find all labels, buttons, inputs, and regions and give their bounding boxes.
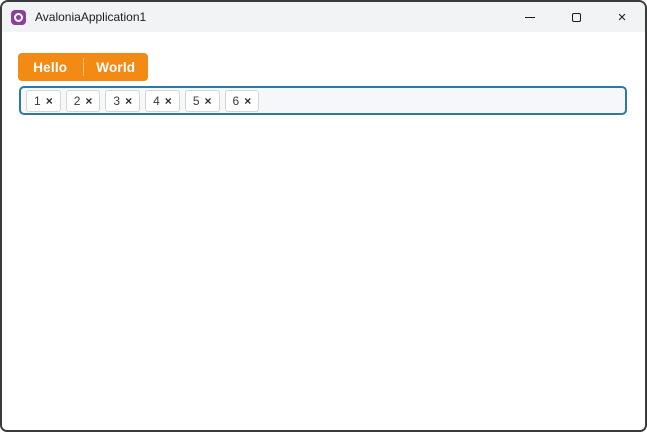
close-icon: × — [45, 93, 53, 108]
chip-1[interactable]: 1 × — [26, 89, 61, 112]
maximize-button[interactable] — [553, 2, 599, 32]
chip-remove-button[interactable]: × — [205, 95, 212, 107]
chip-6[interactable]: 6 × — [224, 89, 260, 112]
close-icon: × — [617, 8, 627, 26]
caption-buttons: × — [507, 2, 645, 32]
minimize-button[interactable] — [507, 2, 553, 32]
close-button[interactable]: × — [599, 2, 645, 32]
tab-strip: Hello World — [18, 53, 148, 81]
chip-5[interactable]: 5 × — [184, 89, 220, 112]
chip-3[interactable]: 3 × — [105, 89, 141, 112]
chip-label: 4 — [153, 93, 160, 108]
chips-input[interactable]: 1 × 2 × 3 × 4 × 5 × 6 × — [19, 86, 627, 115]
chip-remove-button[interactable]: × — [85, 95, 92, 107]
close-icon: × — [244, 93, 252, 108]
window-title: AvaloniaApplication1 — [35, 10, 147, 24]
chip-label: 2 — [73, 93, 81, 108]
chip-4[interactable]: 4 × — [145, 89, 180, 112]
tab-world[interactable]: World — [84, 53, 149, 81]
chip-remove-button[interactable]: × — [125, 95, 132, 107]
close-icon: × — [85, 93, 93, 108]
chip-remove-button[interactable]: × — [165, 95, 172, 107]
chip-label: 6 — [232, 93, 240, 108]
close-icon: × — [125, 93, 133, 108]
maximize-icon — [571, 12, 581, 22]
chip-2[interactable]: 2 × — [65, 89, 101, 112]
chip-label: 1 — [34, 93, 41, 108]
minimize-icon — [525, 16, 535, 18]
chip-remove-button[interactable]: × — [46, 95, 53, 107]
avalonia-logo-ring — [14, 12, 23, 22]
chip-label: 3 — [113, 93, 121, 108]
tab-hello[interactable]: Hello — [18, 53, 83, 81]
client-area: Hello World 1 × 2 × 3 × 4 × 5 × 6 × — [2, 32, 645, 430]
chip-remove-button[interactable]: × — [244, 95, 251, 107]
avalonia-logo-icon — [11, 9, 26, 25]
close-icon: × — [204, 93, 212, 108]
titlebar[interactable]: AvaloniaApplication1 × — [2, 2, 645, 32]
close-icon: × — [164, 93, 172, 108]
chip-label: 5 — [192, 93, 200, 108]
app-window: AvaloniaApplication1 × Hello World 1 × 2… — [0, 0, 647, 432]
